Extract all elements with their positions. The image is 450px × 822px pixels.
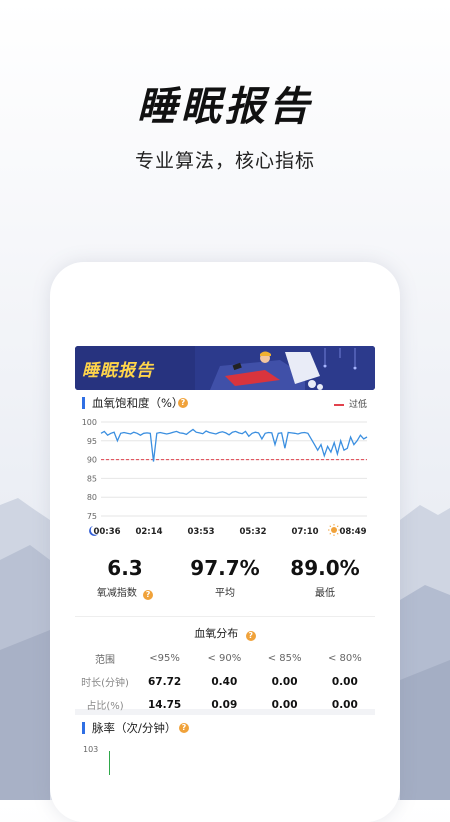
report-banner: 睡眠报告 <box>75 346 375 390</box>
spo2-distribution: 血氧分布 ? 范围 <95% < 90% < 85% < 80% 时长(分钟) … <box>75 617 375 712</box>
x-tick-label: 08:49 <box>339 527 366 537</box>
table-cell: 0.09 <box>211 698 238 711</box>
legend-label: 过低 <box>348 400 367 410</box>
distribution-title: 血氧分布 ? <box>75 625 375 641</box>
y-tick-label: 85 <box>87 474 97 483</box>
sun-icon <box>331 527 337 533</box>
table-cell: 67.72 <box>148 675 182 688</box>
spo2-header: 血氧饱和度（%） ? 过低 <box>75 390 375 416</box>
pulse-title: 脉率（次/分钟） <box>92 721 177 735</box>
section-accent-bar <box>82 722 85 734</box>
table-cell: 0.00 <box>271 698 298 711</box>
x-tick-label: 03:53 <box>187 527 214 537</box>
distribution-table: 范围 <95% < 90% < 85% < 80% 时长(分钟) 67.72 0… <box>75 647 375 716</box>
spo2-title: 血氧饱和度（%） <box>92 396 184 410</box>
question-icon[interactable]: ? <box>178 398 188 408</box>
sun-ray <box>329 532 332 535</box>
pulse-card: 脉率（次/分钟） ? 103 <box>75 715 375 775</box>
spo2-card: 血氧饱和度（%） ? 过低 100 95 90 85 80 75 00:36 02:14 03:… <box>75 390 375 546</box>
distribution-title-text: 血氧分布 <box>194 627 239 640</box>
table-header-cell: < 90% <box>207 653 242 664</box>
stat-value: 6.3 <box>107 556 143 580</box>
legend-line-icon <box>333 403 344 406</box>
table-row: 占比(%) 14.75 0.09 0.00 0.00 <box>75 693 375 716</box>
stat-odi: 6.3 氧减指数 ? <box>75 546 175 600</box>
table-cell: 0.00 <box>271 675 298 688</box>
banner-title: 睡眠报告 <box>82 361 154 381</box>
question-icon[interactable]: ? <box>143 590 154 600</box>
threshold-legend: 过低 <box>333 397 367 410</box>
row-label: 占比(%) <box>86 701 124 712</box>
app-screen: 睡眠报告 血氧饱和度（%） ? 过低 100 95 90 85 80 75 00:36 02:… <box>75 346 375 822</box>
pulse-header: 脉率（次/分钟） ? <box>75 715 375 741</box>
table-row: 时长(分钟) 67.72 0.40 0.00 0.00 <box>75 670 375 693</box>
phone-frame: 睡眠报告 血氧饱和度（%） ? 过低 100 95 90 85 80 75 00:36 02:… <box>50 262 400 822</box>
pulse-ytick: 103 <box>83 745 99 754</box>
stat-average: 97.7% 平均 <box>175 546 275 599</box>
spo2-line-chart: 100 95 90 85 80 75 00:36 02:14 03:53 05:32 07:10 08… <box>82 418 368 537</box>
hero-subtitle: 专业算法，核心指标 <box>134 150 315 172</box>
sun-ray <box>336 532 339 535</box>
question-icon[interactable]: ? <box>245 631 256 641</box>
x-tick-label: 07:10 <box>291 527 318 537</box>
sun-ray <box>336 525 339 528</box>
row-label: 时长(分钟) <box>81 678 129 689</box>
stat-label: 最低 <box>315 588 335 599</box>
y-tick-label: 100 <box>82 418 97 427</box>
sun-ray <box>329 525 332 528</box>
table-cell: 0.40 <box>211 675 238 688</box>
table-header-cell: <95% <box>149 653 180 664</box>
stat-value: 97.7% <box>190 556 260 580</box>
stat-value: 89.0% <box>290 556 360 580</box>
table-header-cell: < 85% <box>267 653 302 664</box>
y-tick-label: 80 <box>87 493 97 502</box>
x-tick-label: 00:36 <box>93 527 120 537</box>
table-header-row: 范围 <95% < 90% < 85% < 80% <box>75 647 375 670</box>
hero-title: 睡眠报告 <box>137 84 313 130</box>
table-cell: 14.75 <box>148 698 182 711</box>
x-tick-label: 02:14 <box>135 527 162 537</box>
y-tick-label: 90 <box>87 456 97 465</box>
table-header-cell: < 80% <box>327 653 362 664</box>
spo2-series-line <box>100 428 368 462</box>
stat-label-text: 氧减指数 <box>96 588 137 599</box>
stat-label: 氧减指数 ? <box>75 584 175 600</box>
table-cell: 0.00 <box>331 675 358 688</box>
spo2-stats: 6.3 氧减指数 ? 97.7% 平均 89.0% 最低 <box>75 546 375 617</box>
y-tick-label: 95 <box>87 437 97 446</box>
y-tick-label: 75 <box>87 512 97 521</box>
table-cell: 0.00 <box>331 698 358 711</box>
question-icon[interactable]: ? <box>179 723 189 733</box>
pulse-line-start <box>109 751 110 775</box>
stat-label: 平均 <box>215 588 235 599</box>
stat-minimum: 89.0% 最低 <box>275 546 375 599</box>
section-accent-bar <box>82 397 85 409</box>
x-tick-label: 05:32 <box>239 527 266 537</box>
table-header-cell: 范围 <box>95 655 115 666</box>
